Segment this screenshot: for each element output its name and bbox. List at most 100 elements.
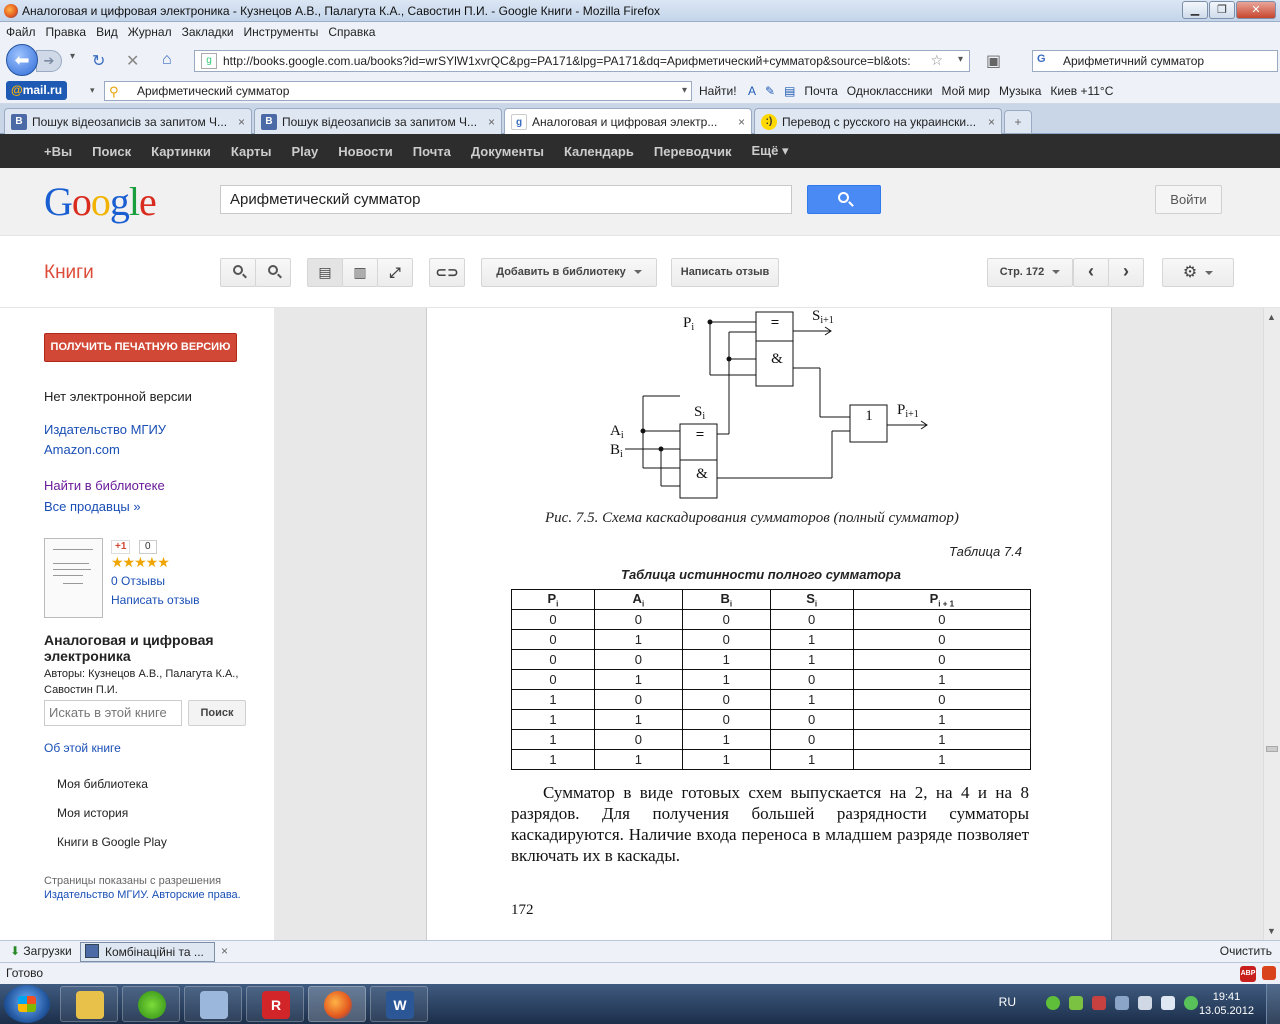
font-size-icon[interactable]: A	[748, 84, 756, 98]
zoom-out-button[interactable]	[255, 258, 291, 287]
tab-close-icon[interactable]: ×	[738, 115, 745, 129]
gbar-maps[interactable]: Карты	[231, 144, 272, 159]
close-window-button[interactable]: ✕	[1236, 1, 1276, 19]
all-sellers-link[interactable]: Все продавцы »	[44, 499, 141, 514]
page-icon[interactable]: ▤	[784, 84, 795, 98]
stop-icon[interactable]: ✕	[126, 51, 139, 71]
url-text[interactable]: http://books.google.com.ua/books?id=wrSY…	[223, 54, 943, 68]
my-history-link[interactable]: Моя история	[57, 806, 128, 820]
highlight-icon[interactable]: ✎	[765, 84, 775, 98]
gbar-documents[interactable]: Документы	[471, 144, 544, 159]
tab-close-icon[interactable]: ×	[988, 115, 995, 129]
next-page-button[interactable]: ›	[1108, 258, 1144, 287]
download-item[interactable]: Комбінаційні та ...	[80, 942, 215, 962]
downloads-button[interactable]: ⬇ Загрузки	[4, 943, 78, 961]
about-book-link[interactable]: Об этой книге	[44, 741, 121, 755]
settings-button[interactable]: ⚙	[1162, 258, 1234, 287]
scroll-up-icon[interactable]: ▲	[1267, 312, 1276, 322]
icq-tray-icon[interactable]	[1046, 996, 1060, 1010]
maximize-button[interactable]: ❐	[1209, 1, 1235, 19]
scroll-down-icon[interactable]: ▼	[1267, 926, 1276, 936]
taskbar-explorer[interactable]	[60, 986, 118, 1022]
single-page-view-button[interactable]: ▤	[307, 258, 343, 287]
book-cover-thumbnail[interactable]	[44, 538, 103, 618]
menu-view[interactable]: Вид	[96, 25, 118, 39]
download-close-icon[interactable]: ×	[221, 944, 228, 958]
search-in-book-button[interactable]: Поиск	[188, 700, 246, 726]
menu-bookmarks[interactable]: Закладки	[182, 25, 234, 39]
google-logo[interactable]: Google	[44, 178, 157, 225]
system-clock[interactable]: 19:41 13.05.2012	[1199, 990, 1254, 1018]
mailru-odnoklassniki-link[interactable]: Одноклассники	[847, 84, 933, 98]
mailru-menu-icon[interactable]: ▾	[90, 85, 95, 96]
update-tray-icon[interactable]	[1184, 996, 1198, 1010]
reload-icon[interactable]: ↻	[92, 51, 105, 71]
network-tray-icon[interactable]	[1092, 996, 1106, 1010]
url-bar[interactable]: g http://books.google.com.ua/books?id=wr…	[194, 50, 970, 72]
page-select-button[interactable]: Стр. 172	[987, 258, 1073, 287]
forward-button[interactable]: ➔	[36, 50, 62, 72]
tab-close-icon[interactable]: ×	[488, 115, 495, 129]
books-section-title[interactable]: Книги	[44, 262, 94, 284]
volume-tray-icon[interactable]	[1161, 996, 1175, 1010]
new-tab-button[interactable]: +	[1004, 110, 1032, 134]
minimize-button[interactable]: ▁	[1182, 1, 1208, 19]
menu-file[interactable]: Файл	[6, 25, 36, 39]
menu-edit[interactable]: Правка	[46, 25, 87, 39]
screenshot-icon[interactable]: ▣	[986, 51, 1001, 71]
gbar-more[interactable]: Ещё ▾	[752, 143, 789, 159]
tab-vk-video-1[interactable]: В Пошук відеозаписів за запитом Ч... ×	[4, 108, 252, 134]
gbar-play[interactable]: Play	[291, 144, 318, 159]
flag-tray-icon[interactable]	[1138, 996, 1152, 1010]
tab-translate[interactable]: :) Перевод с русского на украински... ×	[754, 108, 1002, 134]
gbar-mail[interactable]: Почта	[413, 144, 451, 159]
gbar-plus-you[interactable]: +Вы	[44, 144, 72, 159]
vertical-scrollbar[interactable]: ▲ ▼	[1263, 308, 1280, 940]
start-button[interactable]	[4, 985, 50, 1023]
write-review-link[interactable]: Написать отзыв	[111, 593, 199, 607]
scroll-thumb[interactable]	[1266, 746, 1278, 752]
tab-vk-video-2[interactable]: В Пошук відеозаписів за запитом Ч... ×	[254, 108, 502, 134]
gbar-translate[interactable]: Переводчик	[654, 144, 732, 159]
menu-history[interactable]: Журнал	[128, 25, 172, 39]
browser-search-text[interactable]: Арифметичний сумматор	[1063, 54, 1204, 68]
permission-link[interactable]: Издательство МГИУ. Авторские права.	[44, 889, 241, 901]
gbar-news[interactable]: Новости	[338, 144, 393, 159]
find-in-library-link[interactable]: Найти в библиотеке	[44, 478, 165, 493]
get-print-version-button[interactable]: ПОЛУЧИТЬ ПЕЧАТНУЮ ВЕРСИЮ	[44, 333, 237, 362]
my-library-link[interactable]: Моя библиотека	[57, 777, 148, 791]
taskbar-word[interactable]: W	[370, 986, 428, 1022]
menu-tools[interactable]: Инструменты	[244, 25, 319, 39]
tab-close-icon[interactable]: ×	[238, 115, 245, 129]
zoom-in-button[interactable]	[220, 258, 256, 287]
show-desktop-button[interactable]	[1266, 984, 1280, 1024]
mailru-search-input[interactable]: ⚲ Арифметический сумматор ▾	[104, 81, 692, 101]
clear-downloads-button[interactable]: Очистить	[1220, 944, 1272, 958]
mailru-logo[interactable]: @mail.ru	[6, 81, 68, 100]
add-to-library-button[interactable]: Добавить в библиотеку	[481, 258, 657, 287]
monitor-tray-icon[interactable]	[1115, 996, 1129, 1010]
bookmark-star-icon[interactable]: ☆	[930, 52, 943, 69]
mailru-search-dropdown-icon[interactable]: ▾	[682, 82, 687, 100]
history-dropdown-icon[interactable]: ▾	[70, 51, 75, 62]
gplus-button[interactable]: +1	[111, 540, 131, 554]
taskbar-firefox[interactable]	[308, 986, 366, 1022]
tab-google-books[interactable]: g Аналоговая и цифровая электр... ×	[504, 108, 752, 135]
search-engine-icon[interactable]: G	[1037, 53, 1053, 69]
taskbar-reader[interactable]: R	[246, 986, 304, 1022]
mailru-find-button[interactable]: Найти!	[699, 84, 737, 98]
language-indicator[interactable]: RU	[999, 995, 1016, 1009]
url-dropdown-icon[interactable]: ▾	[958, 54, 963, 65]
mailru-music-link[interactable]: Музыка	[999, 84, 1041, 98]
publisher-link[interactable]: Издательство МГИУ	[44, 422, 166, 437]
amazon-link[interactable]: Amazon.com	[44, 442, 120, 457]
taskbar-icq[interactable]	[122, 986, 180, 1022]
browser-search-box[interactable]: G Арифметичний сумматор	[1032, 50, 1278, 72]
gbar-images[interactable]: Картинки	[151, 144, 211, 159]
taskbar-search-app[interactable]	[184, 986, 242, 1022]
write-review-button[interactable]: Написать отзыв	[671, 258, 779, 287]
skype-tray-icon[interactable]	[1069, 996, 1083, 1010]
google-search-input[interactable]: Арифметический сумматор	[220, 185, 792, 214]
addon-icon[interactable]	[1262, 966, 1276, 980]
mailru-moimir-link[interactable]: Мой мир	[941, 84, 989, 98]
